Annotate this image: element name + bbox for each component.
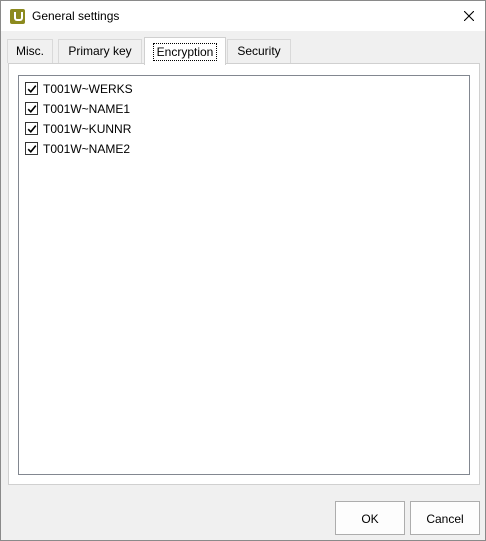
- field-label: T001W~WERKS: [43, 82, 133, 96]
- checkmark-icon: [27, 105, 37, 113]
- field-label: T001W~KUNNR: [43, 122, 132, 136]
- field-label: T001W~NAME1: [43, 102, 131, 116]
- title-bar: General settings: [1, 1, 485, 31]
- tab-label: Encryption: [152, 43, 218, 61]
- window-title: General settings: [32, 9, 120, 23]
- general-settings-dialog: General settings Misc. Primary key Encry…: [0, 0, 486, 541]
- field-checkbox[interactable]: [25, 102, 38, 115]
- app-logo-icon: [10, 9, 25, 24]
- list-item[interactable]: T001W~NAME1: [25, 100, 425, 118]
- encryption-field-list[interactable]: T001W~WERKS T001W~NAME1 T001W~KUNNR T001…: [18, 75, 470, 475]
- tab-misc[interactable]: Misc.: [7, 39, 53, 63]
- list-item[interactable]: T001W~NAME2: [25, 140, 425, 158]
- tab-label: Misc.: [16, 44, 44, 58]
- tab-primary-key[interactable]: Primary key: [58, 39, 142, 63]
- encryption-tab-panel: T001W~WERKS T001W~NAME1 T001W~KUNNR T001…: [8, 63, 480, 485]
- field-label: T001W~NAME2: [43, 142, 131, 156]
- tab-label: Security: [237, 44, 281, 58]
- close-button[interactable]: [453, 1, 485, 31]
- list-item[interactable]: T001W~KUNNR: [25, 120, 425, 138]
- list-item[interactable]: T001W~WERKS: [25, 80, 425, 98]
- tab-label: Primary key: [68, 44, 132, 58]
- close-icon: [464, 11, 474, 21]
- field-checkbox[interactable]: [25, 142, 38, 155]
- field-checkbox[interactable]: [25, 122, 38, 135]
- field-checkbox[interactable]: [25, 82, 38, 95]
- checkmark-icon: [27, 85, 37, 93]
- cancel-button[interactable]: Cancel: [410, 501, 480, 535]
- tab-encryption[interactable]: Encryption: [144, 37, 226, 65]
- checkmark-icon: [27, 145, 37, 153]
- ok-button[interactable]: OK: [335, 501, 405, 535]
- tab-security[interactable]: Security: [227, 39, 291, 63]
- checkmark-icon: [27, 125, 37, 133]
